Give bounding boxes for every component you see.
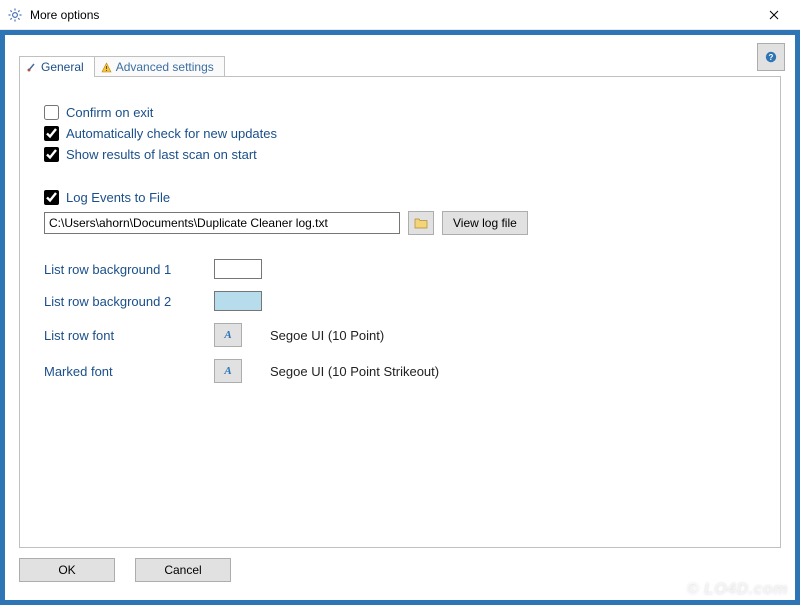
ok-button[interactable]: OK [19, 558, 115, 582]
log-path-input[interactable] [44, 212, 400, 234]
tab-general[interactable]: General [19, 56, 95, 77]
close-button[interactable] [754, 0, 794, 30]
dialog-body: ? General Advanced settings Confirm on e… [0, 30, 800, 605]
browse-log-button[interactable] [408, 211, 434, 235]
pin-icon [26, 62, 37, 73]
font-picker-row[interactable]: A [214, 323, 242, 347]
label-marked-font: Marked font [44, 364, 214, 379]
row-marked-font: Marked font A Segoe UI (10 Point Strikeo… [44, 359, 756, 383]
color-swatch-bg2[interactable] [214, 291, 262, 311]
checkbox-confirm-exit-label: Confirm on exit [66, 105, 153, 120]
label-bg2: List row background 2 [44, 294, 214, 309]
font-picker-marked[interactable]: A [214, 359, 242, 383]
row-font: List row font A Segoe UI (10 Point) [44, 323, 756, 347]
checkbox-auto-update[interactable] [44, 126, 59, 141]
log-path-row: View log file [44, 211, 756, 235]
gear-icon [6, 6, 24, 24]
tab-advanced-label: Advanced settings [116, 60, 214, 74]
warning-icon [101, 62, 112, 73]
label-bg1: List row background 1 [44, 262, 214, 277]
window-title: More options [30, 8, 754, 22]
checkbox-show-results-label: Show results of last scan on start [66, 147, 257, 162]
cancel-button[interactable]: Cancel [135, 558, 231, 582]
tab-strip: General Advanced settings [19, 53, 781, 77]
checkbox-log-events-row: Log Events to File [44, 190, 756, 205]
checkbox-confirm-exit[interactable] [44, 105, 59, 120]
titlebar: More options [0, 0, 800, 30]
tab-advanced[interactable]: Advanced settings [94, 56, 225, 77]
row-font-desc: Segoe UI (10 Point) [270, 328, 384, 343]
view-log-button[interactable]: View log file [442, 211, 528, 235]
row-bg2: List row background 2 [44, 291, 756, 311]
marked-font-desc: Segoe UI (10 Point Strikeout) [270, 364, 439, 379]
folder-icon [414, 217, 428, 229]
checkbox-show-results-row: Show results of last scan on start [44, 147, 756, 162]
color-swatch-bg1[interactable] [214, 259, 262, 279]
tab-panel-general: Confirm on exit Automatically check for … [19, 76, 781, 548]
checkbox-show-results[interactable] [44, 147, 59, 162]
checkbox-auto-update-label: Automatically check for new updates [66, 126, 277, 141]
label-row-font: List row font [44, 328, 214, 343]
checkbox-auto-update-row: Automatically check for new updates [44, 126, 756, 141]
row-bg1: List row background 1 [44, 259, 756, 279]
checkbox-log-events[interactable] [44, 190, 59, 205]
tab-general-label: General [41, 60, 84, 74]
checkbox-log-events-label: Log Events to File [66, 190, 170, 205]
dialog-buttons: OK Cancel [19, 558, 781, 582]
watermark: © LO4D.com [687, 581, 788, 599]
checkbox-confirm-exit-row: Confirm on exit [44, 105, 756, 120]
